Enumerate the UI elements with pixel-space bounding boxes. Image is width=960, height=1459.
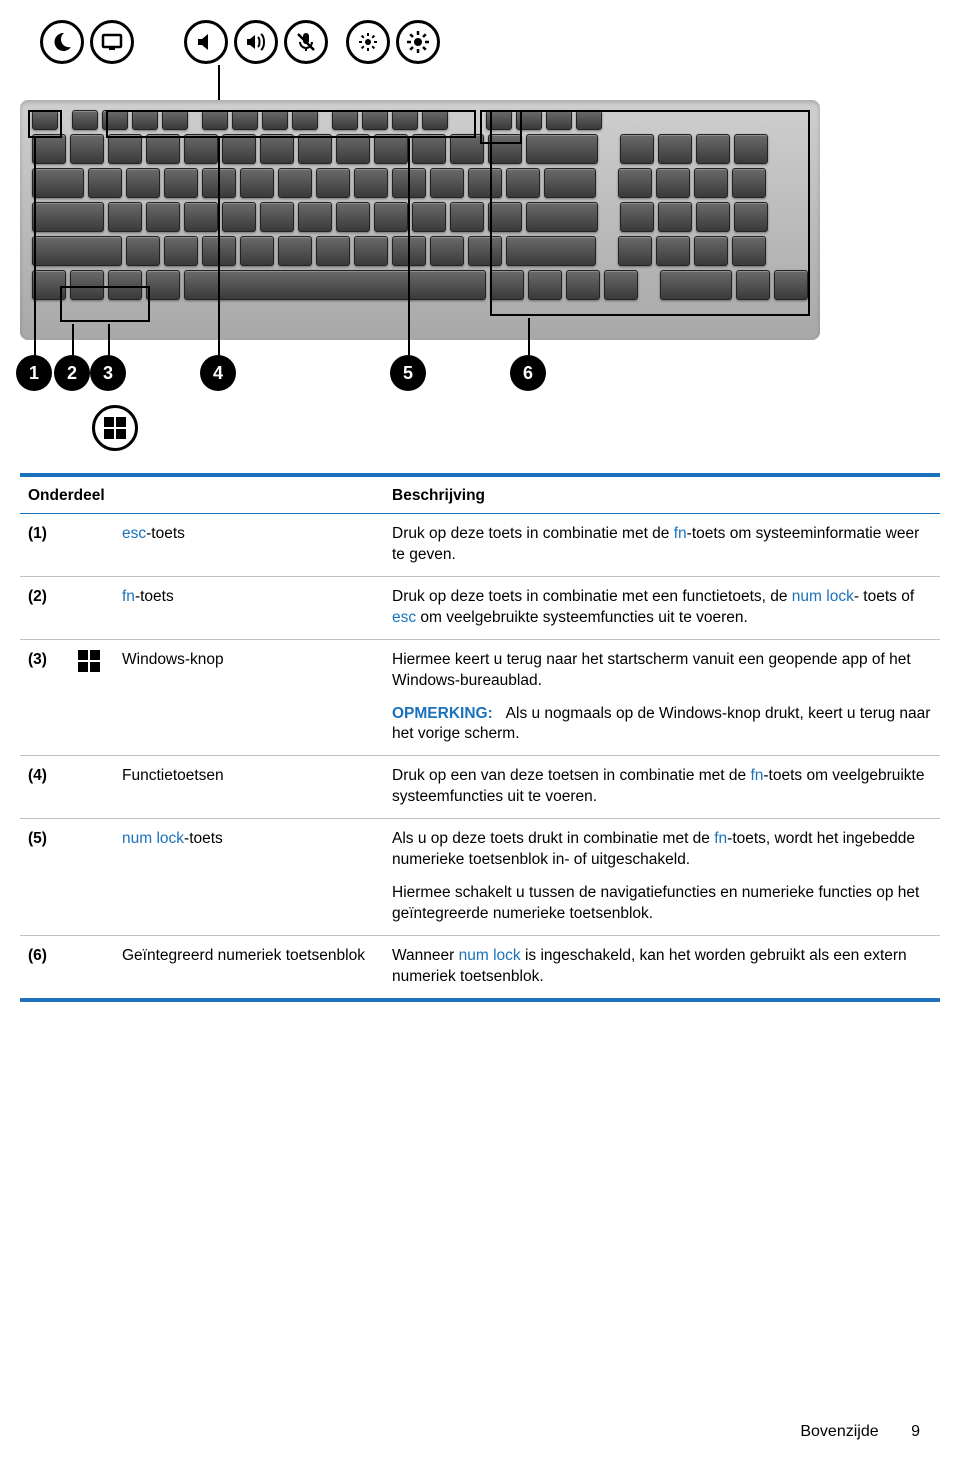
component-name: Geïntegreerd numeriek toetsenblok: [114, 935, 384, 997]
table-row: (4) FunctietoetsenDruk op een van deze to…: [20, 756, 940, 819]
row-icon-cell: [70, 639, 114, 756]
speaker-loud-icon: [234, 20, 278, 64]
callout-marker-4: 4: [200, 355, 236, 391]
speaker-mute-icon: [184, 20, 228, 64]
keyboard-figure: 1 2 3 4 5 6: [20, 10, 940, 465]
component-name: Functietoetsen: [114, 756, 384, 819]
row-icon-cell: [70, 819, 114, 936]
row-icon-cell: [70, 576, 114, 639]
component-table: Onderdeel Beschrijving (1)esc-toetsDruk …: [20, 477, 940, 998]
callout-marker-5: 5: [390, 355, 426, 391]
callout-marker-2: 2: [54, 355, 90, 391]
table-row: (1) esc-toetsDruk op deze toets in combin…: [20, 514, 940, 577]
row-number: (3): [20, 639, 70, 756]
row-icon-cell: [70, 935, 114, 997]
table-row: (6) Geïntegreerd numeriek toetsenblokWann…: [20, 935, 940, 997]
row-icon-cell: [70, 514, 114, 577]
monitor-icon: [90, 20, 134, 64]
footer-page-number: 9: [911, 1423, 920, 1440]
action-key-icon-row: [40, 20, 440, 64]
component-name: num lock-toets: [114, 819, 384, 936]
callout-marker-3: 3: [90, 355, 126, 391]
mic-mute-icon: [284, 20, 328, 64]
component-description: Als u op deze toets drukt in combinatie …: [384, 819, 940, 936]
component-description: Druk op een van deze toetsen in combinat…: [384, 756, 940, 819]
brightness-low-icon: [346, 20, 390, 64]
page-footer: Bovenzijde 9: [800, 1423, 920, 1441]
component-name: fn-toets: [114, 576, 384, 639]
row-number: (1): [20, 514, 70, 577]
windows-icon: [78, 650, 100, 672]
table-row: (2) fn-toetsDruk op deze toets in combina…: [20, 576, 940, 639]
footer-section: Bovenzijde: [800, 1423, 878, 1440]
row-icon-cell: [70, 756, 114, 819]
row-number: (5): [20, 819, 70, 936]
header-onderdeel: Onderdeel: [20, 477, 384, 514]
windows-icon: [92, 405, 138, 451]
component-description: Wanneer num lock is ingeschakeld, kan he…: [384, 935, 940, 997]
component-name: esc-toets: [114, 514, 384, 577]
moon-icon: [40, 20, 84, 64]
component-description: Druk op deze toets in combinatie met een…: [384, 576, 940, 639]
note-label: OPMERKING:: [392, 705, 493, 722]
callout-marker-6: 6: [510, 355, 546, 391]
callout-marker-1: 1: [16, 355, 52, 391]
row-number: (2): [20, 576, 70, 639]
row-number: (6): [20, 935, 70, 997]
component-name: Windows-knop: [114, 639, 384, 756]
component-description: Druk op deze toets in combinatie met de …: [384, 514, 940, 577]
table-row: (5) num lock-toetsAls u op deze toets dru…: [20, 819, 940, 936]
component-description: Hiermee keert u terug naar het startsche…: [384, 639, 940, 756]
brightness-high-icon: [396, 20, 440, 64]
header-beschrijving: Beschrijving: [384, 477, 940, 514]
keyboard-diagram: [20, 100, 820, 340]
table-row: (3) Windows-knopHiermee keert u terug naa…: [20, 639, 940, 756]
row-number: (4): [20, 756, 70, 819]
table-bottom-rule: [20, 998, 940, 1002]
